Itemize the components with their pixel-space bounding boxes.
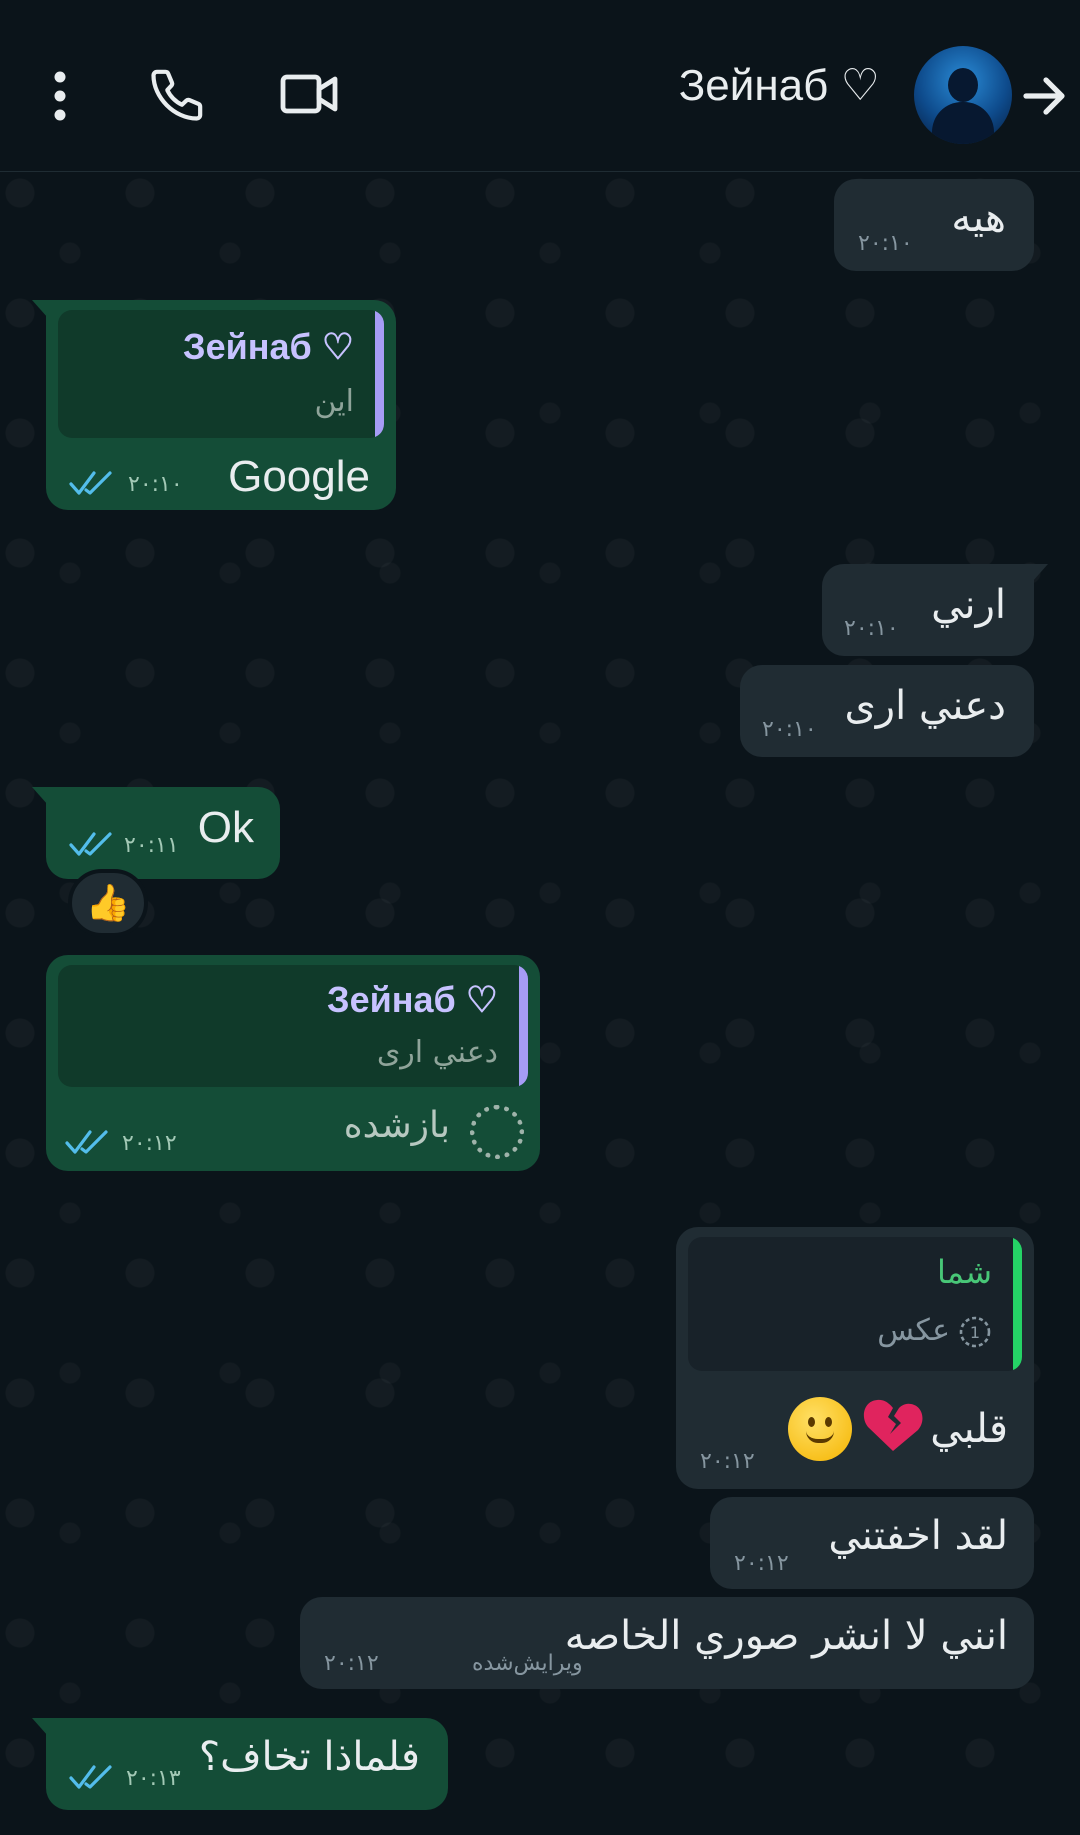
message-text: هيه: [951, 195, 1006, 241]
message-time: ۲۰:۱۰: [844, 616, 899, 641]
message-time: ۲۰:۱۲: [324, 1651, 379, 1676]
voice-call-icon[interactable]: [146, 62, 210, 126]
message-bubble-outgoing[interactable]: فلماذا تخاف؟ ۲۰:۱۳: [32, 1718, 448, 1810]
broken-heart-icon: [862, 1395, 924, 1463]
message-bubble-outgoing[interactable]: Ok ۲۰:۱۱: [32, 787, 280, 879]
message-bubble-incoming[interactable]: شما 1 عکس قلبي ۲۰:۱۲: [676, 1227, 1034, 1489]
message-time: ۲۰:۱۰: [128, 472, 183, 497]
svg-text:1: 1: [970, 1323, 980, 1342]
read-ticks-icon: [68, 829, 114, 863]
contact-name[interactable]: Зейнаб ♡: [679, 60, 880, 111]
message-bubble-incoming[interactable]: لقد اخفتني ۲۰:۱۲: [710, 1497, 1034, 1589]
quoted-message[interactable]: Зейнаб ♡ این: [58, 310, 384, 438]
quote-text: این: [314, 384, 354, 419]
read-ticks-icon: [68, 1762, 114, 1796]
thumbs-up-icon: 👍: [85, 883, 131, 924]
chat-header: Зейнаб ♡: [0, 0, 1080, 172]
reaction-badge[interactable]: 👍: [68, 869, 148, 937]
quote-accent-bar: [1013, 1237, 1022, 1371]
quote-text: عکس: [877, 1313, 950, 1348]
view-once-icon: 1: [958, 1315, 992, 1353]
quote-accent-bar: [375, 310, 384, 438]
message-text: فلماذا تخاف؟: [198, 1734, 420, 1780]
read-ticks-icon: [68, 468, 114, 502]
quote-accent-bar: [519, 965, 528, 1087]
quote-author: Зейнаб ♡: [327, 979, 498, 1020]
message-text: بازشده: [343, 1105, 450, 1146]
message-time: ۲۰:۱۲: [700, 1449, 755, 1474]
message-bubble-incoming[interactable]: دعني ارى ۲۰:۱۰: [740, 665, 1034, 757]
message-time: ۲۰:۱۲: [122, 1131, 177, 1156]
message-bubble-incoming[interactable]: ارني ۲۰:۱۰: [822, 564, 1048, 656]
message-time: ۲۰:۱۳: [126, 1766, 181, 1791]
read-ticks-icon: [64, 1127, 110, 1161]
quoted-message[interactable]: Зейнаб ♡ دعني ارى: [58, 965, 528, 1087]
message-time: ۲۰:۱۱: [124, 833, 179, 858]
smiling-face-icon: [788, 1397, 853, 1461]
message-bubble-outgoing[interactable]: Зейнаб ♡ دعني ارى بازشده ۲۰:۱۲: [46, 955, 540, 1171]
quote-author: شما: [936, 1253, 992, 1291]
message-text: قلبي: [788, 1395, 1008, 1463]
message-list[interactable]: هيه ۲۰:۱۰ Зейнаб ♡ این Google ۲۰:۱۰ ارني…: [0, 173, 1080, 1835]
message-text: Ok: [197, 803, 254, 852]
message-bubble-incoming[interactable]: هيه ۲۰:۱۰: [834, 179, 1034, 271]
more-options-icon[interactable]: [40, 66, 80, 126]
message-text: دعني ارى: [844, 683, 1006, 729]
quote-text: دعني ارى: [376, 1035, 498, 1070]
avatar[interactable]: [914, 46, 1012, 144]
message-text: لقد اخفتني: [828, 1513, 1008, 1559]
message-bubble-incoming[interactable]: انني لا انشر صوري الخاصه ویرایش‌شده ۲۰:۱…: [300, 1597, 1034, 1689]
back-arrow-icon[interactable]: [1018, 70, 1070, 122]
message-bubble-outgoing[interactable]: Зейнаб ♡ این Google ۲۰:۱۰: [32, 300, 396, 510]
quoted-message[interactable]: شما 1 عکس: [688, 1237, 1022, 1371]
message-text: ارني: [931, 582, 1006, 628]
message-time: ۲۰:۱۲: [734, 1551, 789, 1576]
view-once-icon: [470, 1105, 524, 1159]
message-time: ۲۰:۱۰: [762, 717, 817, 742]
message-text: Google: [228, 452, 370, 501]
message-time: ۲۰:۱۰: [858, 231, 913, 256]
message-text: انني لا انشر صوري الخاصه: [564, 1613, 1008, 1659]
video-call-icon[interactable]: [278, 66, 342, 122]
quote-author: Зейнаб ♡: [183, 326, 354, 367]
message-text-value: قلبي: [930, 1406, 1008, 1452]
edited-label: ویرایش‌شده: [472, 1651, 583, 1676]
